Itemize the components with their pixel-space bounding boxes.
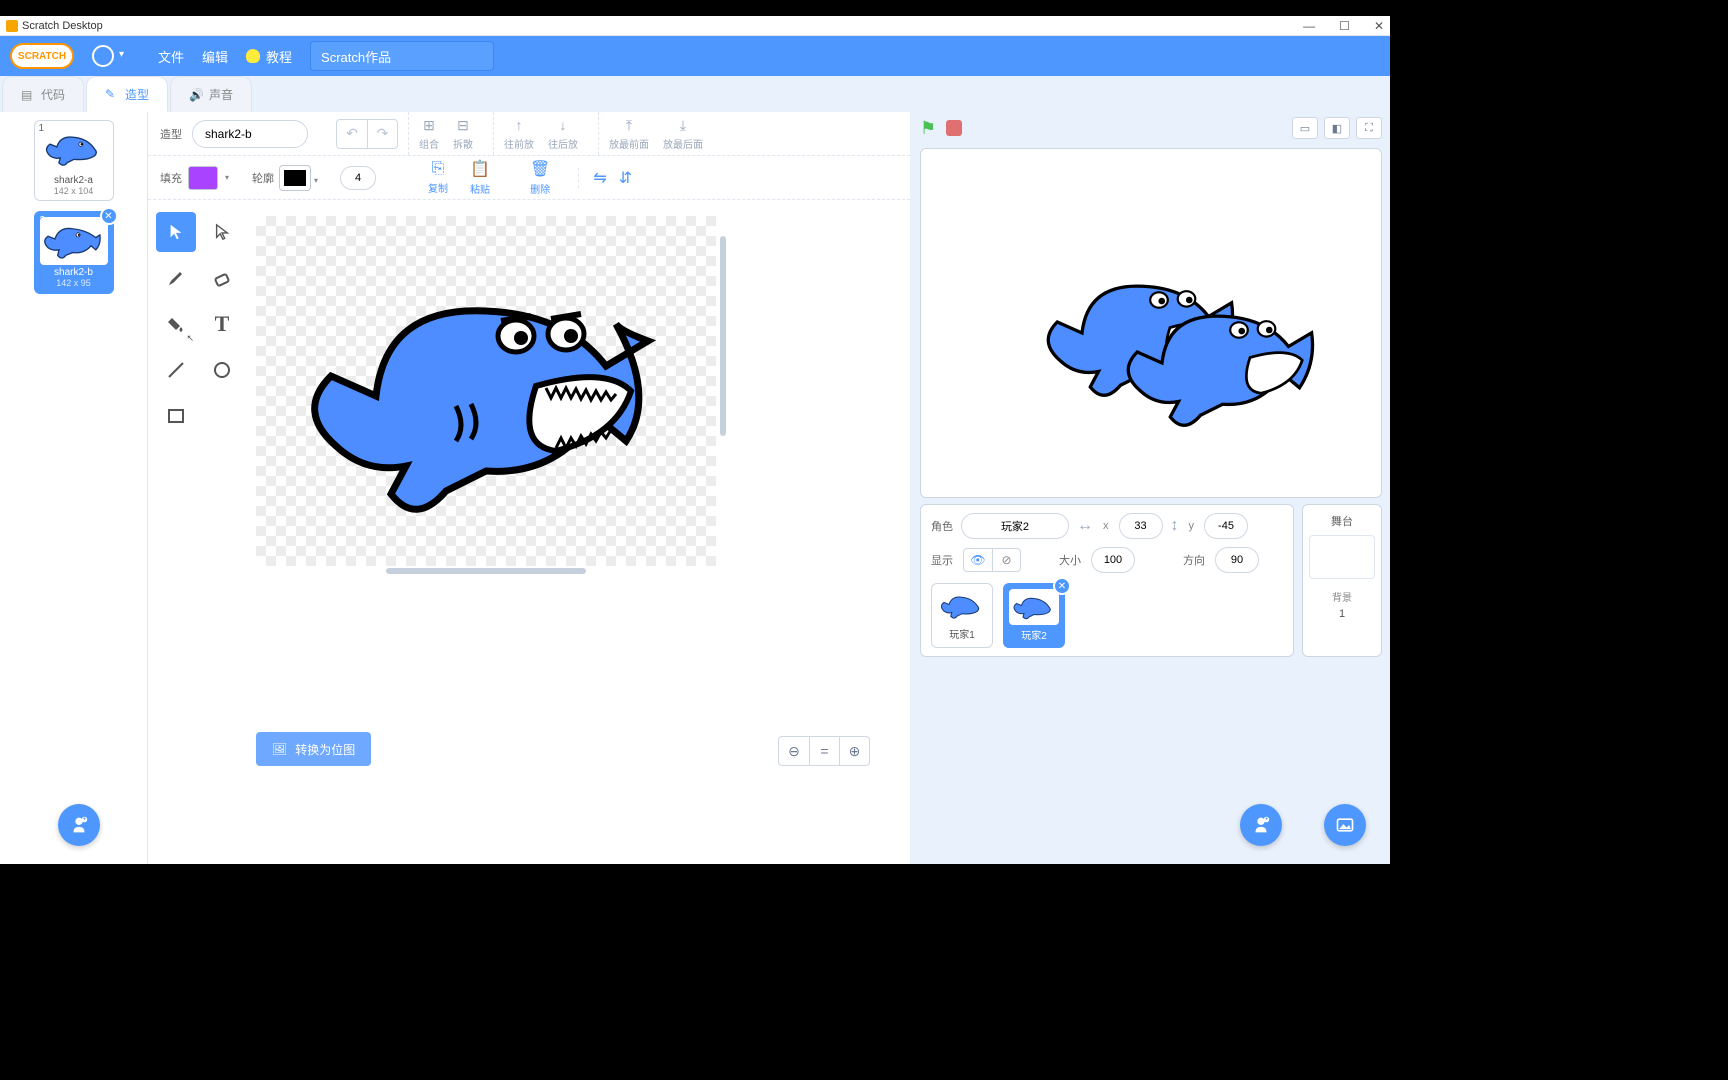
add-costume-button[interactable] <box>58 804 100 846</box>
front-button[interactable]: ⤒放最前面 <box>609 116 649 151</box>
sprite-x-input[interactable] <box>1119 513 1163 539</box>
menu-file[interactable]: 文件 <box>158 47 184 66</box>
show-label: 显示 <box>931 552 953 568</box>
fill-label: 填充 <box>160 170 182 186</box>
window-titlebar: Scratch Desktop — ☐ ✕ <box>0 16 1390 36</box>
zoom-in-button[interactable]: ⊕ <box>839 737 869 765</box>
shark-drawing <box>256 216 716 566</box>
flip-vertical-button[interactable]: ⇵ <box>619 168 632 188</box>
fill-color-picker[interactable]: ▾ <box>188 166 218 190</box>
minimize-button[interactable]: — <box>1303 19 1315 33</box>
add-backdrop-button[interactable] <box>1324 804 1366 846</box>
scratch-logo: SCRATCH <box>10 43 74 69</box>
costume-name-input[interactable] <box>192 120 308 148</box>
project-title-input[interactable] <box>310 41 494 71</box>
x-arrow-icon: ↔ <box>1077 517 1093 535</box>
language-selector[interactable] <box>92 45 114 67</box>
costume-name-label: 造型 <box>160 126 182 142</box>
sprite-size-input[interactable] <box>1091 547 1135 573</box>
sprite-info-panel: 角色 ↔ x ↕ y 显示 👁 ⊘ <box>920 504 1294 657</box>
stage[interactable] <box>920 148 1382 498</box>
y-label: y <box>1189 520 1195 532</box>
ungroup-button[interactable]: ⊟拆散 <box>453 116 473 151</box>
paint-editor: 造型 ↶ ↷ ⊞组合 ⊟拆散 ↑往前放 ↓往后放 ⤒放最前面 ⤓放最后面 <box>148 112 910 864</box>
eraser-tool[interactable] <box>202 258 242 298</box>
canvas-scrollbar-horizontal[interactable] <box>386 568 586 574</box>
code-icon: ▤ <box>21 88 35 102</box>
menu-edit[interactable]: 编辑 <box>202 47 228 66</box>
outline-width-input[interactable] <box>340 166 376 190</box>
shark-icon <box>40 217 108 265</box>
reshape-tool[interactable] <box>202 212 242 252</box>
shark-icon <box>39 125 109 173</box>
copy-button[interactable]: ⎘复制 <box>428 160 448 195</box>
hide-sprite-button[interactable]: ⊘ <box>992 549 1020 571</box>
circle-tool[interactable] <box>202 350 242 390</box>
fill-tool[interactable]: ↖ <box>156 304 196 344</box>
backward-button[interactable]: ↓往后放 <box>548 116 578 151</box>
stage-thumbnail <box>1309 535 1375 579</box>
menu-tutorials[interactable]: 教程 <box>246 47 292 66</box>
costume-list: 1 shark2-a 142 x 104 2 ✕ shark2-b 142 x … <box>0 112 148 864</box>
outline-color-picker[interactable]: ▾ <box>280 166 310 190</box>
lightbulb-icon <box>246 49 260 63</box>
paste-button[interactable]: 📋粘贴 <box>470 159 490 196</box>
show-sprite-button[interactable]: 👁 <box>964 549 992 571</box>
maximize-button[interactable]: ☐ <box>1339 19 1350 33</box>
sprite-thumb[interactable]: ✕ 玩家2 <box>1003 583 1065 648</box>
select-tool[interactable] <box>156 212 196 252</box>
delete-button[interactable]: 🗑删除 <box>530 159 550 196</box>
text-tool[interactable]: T <box>202 304 242 344</box>
sprite-direction-input[interactable] <box>1215 547 1259 573</box>
green-flag-button[interactable]: ⚑ <box>920 118 936 139</box>
sprite-label: 角色 <box>931 518 953 534</box>
costume-thumb[interactable]: 2 ✕ shark2-b 142 x 95 <box>34 211 114 294</box>
paint-canvas[interactable] <box>256 216 716 566</box>
brush-tool[interactable] <box>156 258 196 298</box>
forward-button[interactable]: ↑往前放 <box>504 116 534 151</box>
x-label: x <box>1103 520 1109 532</box>
sound-icon: 🔊 <box>189 88 203 102</box>
add-sprite-button[interactable] <box>1240 804 1282 846</box>
tab-sounds[interactable]: 🔊 声音 <box>170 76 252 112</box>
redo-button[interactable]: ↷ <box>367 120 397 148</box>
tab-code[interactable]: ▤ 代码 <box>2 76 84 112</box>
sprite-thumb[interactable]: 玩家1 <box>931 583 993 648</box>
sprite-name-input[interactable] <box>961 513 1069 539</box>
sprite-y-input[interactable] <box>1204 513 1248 539</box>
stage-fullscreen-button[interactable]: ⛶ <box>1356 117 1382 139</box>
window-title: Scratch Desktop <box>22 20 103 32</box>
stop-button[interactable] <box>946 120 962 136</box>
group-button[interactable]: ⊞组合 <box>419 116 439 151</box>
zoom-out-button[interactable]: ⊖ <box>779 737 809 765</box>
zoom-reset-button[interactable]: = <box>809 737 839 765</box>
stage-small-button[interactable]: ▭ <box>1292 117 1318 139</box>
line-tool[interactable] <box>156 350 196 390</box>
direction-label: 方向 <box>1183 552 1205 568</box>
image-icon: 🖼 <box>272 742 287 756</box>
outline-label: 轮廓 <box>252 170 274 186</box>
close-button[interactable]: ✕ <box>1374 19 1384 33</box>
brush-icon: ✎ <box>105 87 119 101</box>
convert-bitmap-button[interactable]: 🖼 转换为位图 <box>256 732 371 766</box>
costume-thumb[interactable]: 1 shark2-a 142 x 104 <box>34 120 114 201</box>
stage-selector[interactable]: 舞台 背景 1 <box>1302 504 1382 657</box>
delete-sprite-icon[interactable]: ✕ <box>1053 577 1071 595</box>
undo-button[interactable]: ↶ <box>337 120 367 148</box>
canvas-scrollbar-vertical[interactable] <box>720 236 726 436</box>
rectangle-tool[interactable] <box>156 396 196 436</box>
stage-large-button[interactable]: ◧ <box>1324 117 1350 139</box>
flip-horizontal-button[interactable]: ⇋ <box>593 168 606 188</box>
size-label: 大小 <box>1059 552 1081 568</box>
tab-costumes[interactable]: ✎ 造型 <box>86 76 168 112</box>
back-button[interactable]: ⤓放最后面 <box>663 116 703 151</box>
delete-costume-icon[interactable]: ✕ <box>100 207 118 225</box>
app-icon <box>6 20 18 32</box>
menubar: SCRATCH 文件 编辑 教程 <box>0 36 1390 76</box>
stage-content <box>921 149 1381 499</box>
y-arrow-icon: ↕ <box>1171 517 1179 535</box>
